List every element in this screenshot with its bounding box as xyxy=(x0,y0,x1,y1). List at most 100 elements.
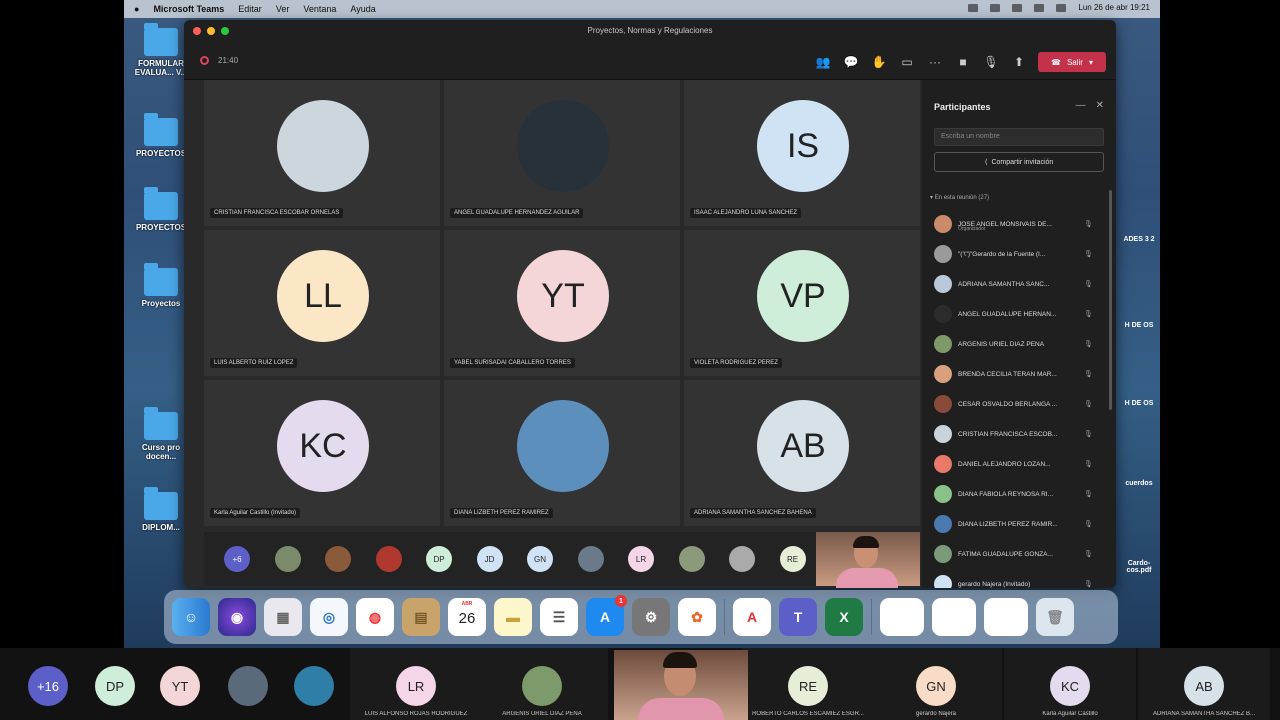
outer-tile[interactable]: +16 xyxy=(16,648,80,720)
apple-icon[interactable]: ● xyxy=(134,4,139,14)
more-options-icon[interactable]: ··· xyxy=(926,53,944,71)
participant-search-input[interactable]: Escriba un nombre xyxy=(934,128,1104,146)
status-icon[interactable] xyxy=(968,3,979,12)
outer-tile[interactable]: LR LUIS ALFONSO ROJAS RODRIGUEZ xyxy=(350,648,482,720)
search-icon[interactable] xyxy=(1056,3,1067,12)
strip-avatar[interactable] xyxy=(274,546,301,572)
photos-icon[interactable]: ✿ xyxy=(678,598,716,636)
video-tile[interactable]: DIANA LIZBETH PEREZ RAMIREZ xyxy=(444,380,680,526)
camera-icon[interactable]: ■ xyxy=(954,53,972,71)
outer-tile[interactable]: DP xyxy=(83,648,147,720)
video-tile[interactable]: KC Karla Aguilar Castillo (Invitado) xyxy=(204,380,440,526)
outer-tile[interactable]: KC Karla Aguilar Castillo xyxy=(1004,648,1136,720)
window-thumbnail[interactable] xyxy=(984,598,1028,636)
app-store-icon[interactable]: A1 xyxy=(586,595,627,636)
siri-icon[interactable]: ◉ xyxy=(218,598,256,636)
strip-avatar[interactable] xyxy=(678,546,705,572)
strip-avatar[interactable]: JD xyxy=(476,546,503,572)
participants-icon[interactable]: 👥 xyxy=(814,53,832,71)
desktop-item-right[interactable]: H DE OS xyxy=(1122,322,1156,329)
outer-tile[interactable] xyxy=(282,648,346,720)
launchpad-icon[interactable]: ▦ xyxy=(264,598,302,636)
acrobat-icon[interactable]: A xyxy=(733,598,771,636)
clock[interactable]: Lun 26 de abr 19:21 xyxy=(1078,3,1150,12)
strip-avatar[interactable]: LR xyxy=(628,546,654,572)
battery-icon[interactable] xyxy=(1012,3,1023,12)
video-tile[interactable]: IS ISAAC ALEJANDRO LUNA SANCHEZ xyxy=(684,80,920,226)
reactions-icon[interactable]: ✋ xyxy=(870,53,888,71)
settings-icon[interactable]: ⚙ xyxy=(632,598,670,636)
video-tile[interactable]: LL LUIS ALBERTO RUIZ LOPEZ xyxy=(204,230,440,376)
strip-avatar[interactable] xyxy=(577,546,604,572)
menu-item-ventana[interactable]: Ventana xyxy=(303,4,336,14)
participant-strip: +6 DP JD GN LR RE xyxy=(204,532,920,588)
status-icon[interactable] xyxy=(990,3,1001,12)
desktop-item-right[interactable]: Cardo- cos.pdf xyxy=(1122,560,1156,574)
chat-icon[interactable]: 💬 xyxy=(842,53,860,71)
window-thumbnail[interactable] xyxy=(880,598,924,636)
desktop-item-right[interactable]: H DE OS xyxy=(1122,400,1156,407)
contacts-icon[interactable]: ▤ xyxy=(402,598,440,636)
participant-row[interactable]: ARGENIS URIEL DIAZ PENA 🎙 xyxy=(934,334,1104,354)
outer-tile[interactable]: RE ROBERTO CARLOS ESCAMIEZ ESGR... xyxy=(742,648,874,720)
scrollbar[interactable] xyxy=(1109,190,1112,410)
participant-row[interactable]: gerardo Najera (Invitado) 🎙 xyxy=(934,574,1104,588)
close-icon[interactable]: ✕ xyxy=(1096,100,1104,111)
desktop-item-right[interactable]: cuerdos xyxy=(1122,480,1156,487)
share-screen-icon[interactable]: ⬆ xyxy=(1010,53,1028,71)
notes-icon[interactable]: ▬ xyxy=(494,598,532,636)
desktop-item-right[interactable]: ADES 3 2 xyxy=(1122,236,1156,243)
strip-avatar[interactable]: GN xyxy=(527,546,553,572)
participant-row[interactable]: DIANA FABIOLA REYNOSA RI... 🎙 xyxy=(934,484,1104,504)
strip-avatar[interactable] xyxy=(375,546,402,572)
rooms-icon[interactable]: ▭ xyxy=(898,53,916,71)
strip-avatar[interactable]: RE xyxy=(779,546,806,572)
participant-row[interactable]: CESAR OSVALDO BERLANGA ... 🎙 xyxy=(934,394,1104,414)
self-video[interactable] xyxy=(816,532,920,588)
participant-row[interactable]: JOSE ANGEL MONSIVAIS DE... 🎙 Organizador xyxy=(934,214,1104,234)
strip-avatar[interactable] xyxy=(729,546,755,572)
outer-avatar: LR xyxy=(396,666,436,706)
share-invite-button[interactable]: ⟨ Compartir invitación xyxy=(934,152,1104,172)
reminders-icon[interactable]: ☰ xyxy=(540,598,578,636)
video-tile[interactable]: ANGEL GUADALUPE HERNANDEZ AGUILAR xyxy=(444,80,680,226)
teams-icon[interactable]: T xyxy=(779,598,817,636)
minimize-icon[interactable]: — xyxy=(1076,100,1086,111)
outer-tile[interactable] xyxy=(216,648,280,720)
participant-row[interactable]: BRENDA CECILIA TERAN MAR... 🎙 xyxy=(934,364,1104,384)
section-header[interactable]: ▾ En esta reunión (27) xyxy=(930,194,989,201)
participant-row[interactable]: ANGEL GUADALUPE HERNAN... 🎙 xyxy=(934,304,1104,324)
video-tile[interactable]: AB ADRIANA SAMANTHA SANCHEZ BAHENA xyxy=(684,380,920,526)
microphone-icon[interactable]: 🎙 xyxy=(982,53,1000,71)
menu-item-ver[interactable]: Ver xyxy=(276,4,290,14)
strip-avatar[interactable] xyxy=(325,546,351,572)
outer-tile[interactable]: ARGENIS URIEL DIAZ PENA xyxy=(476,648,608,720)
finder-icon[interactable]: ☺ xyxy=(172,598,210,636)
calendar-icon[interactable]: ABR 26 xyxy=(448,598,486,636)
outer-tile[interactable]: AB ADRIANA SAMANTHA SANCHEZ B... xyxy=(1138,648,1270,720)
leave-button[interactable]: ☎ Salir ▾ xyxy=(1038,52,1106,72)
participant-row[interactable]: ADRIANA SAMANTHA SANC... 🎙 xyxy=(934,274,1104,294)
safari-icon[interactable]: ◎ xyxy=(310,598,348,636)
menu-app-name[interactable]: Microsoft Teams xyxy=(153,4,224,14)
menu-item-editar[interactable]: Editar xyxy=(238,4,262,14)
participant-row[interactable]: DANIEL ALEJANDRO LOZAN... 🎙 xyxy=(934,454,1104,474)
excel-icon[interactable]: X xyxy=(825,598,863,636)
trash-icon[interactable]: 🗑 xyxy=(1036,598,1074,636)
window-thumbnail[interactable] xyxy=(932,598,976,636)
outer-tile[interactable]: GN gerardo Najera xyxy=(870,648,1002,720)
outer-self-video[interactable] xyxy=(614,650,748,720)
video-tile[interactable]: VP VIOLETA RODRIGUEZ PEREZ xyxy=(684,230,920,376)
strip-avatar[interactable]: +6 xyxy=(224,546,250,572)
menu-item-ayuda[interactable]: Ayuda xyxy=(350,4,375,14)
participant-row[interactable]: CRISTIAN FRANCISCA ESCOB... 🎙 xyxy=(934,424,1104,444)
outer-tile[interactable]: YT xyxy=(148,648,212,720)
chrome-icon[interactable]: ◍ xyxy=(356,598,394,636)
video-tile[interactable]: CRISTIAN FRANCISCA ESCOBAR ORNELAS xyxy=(204,80,440,226)
participant-row[interactable]: DIANA LIZBETH PEREZ RAMIR... 🎙 xyxy=(934,514,1104,534)
video-tile[interactable]: YT YABEL SURISADAI CABALLERO TORRES xyxy=(444,230,680,376)
participant-row[interactable]: FATIMA GUADALUPE GONZA... 🎙 xyxy=(934,544,1104,564)
participant-row[interactable]: "('\")"Gerardo de la Fuente (I... 🎙 xyxy=(934,244,1104,264)
strip-avatar[interactable]: DP xyxy=(426,546,452,572)
wifi-icon[interactable] xyxy=(1034,3,1045,12)
